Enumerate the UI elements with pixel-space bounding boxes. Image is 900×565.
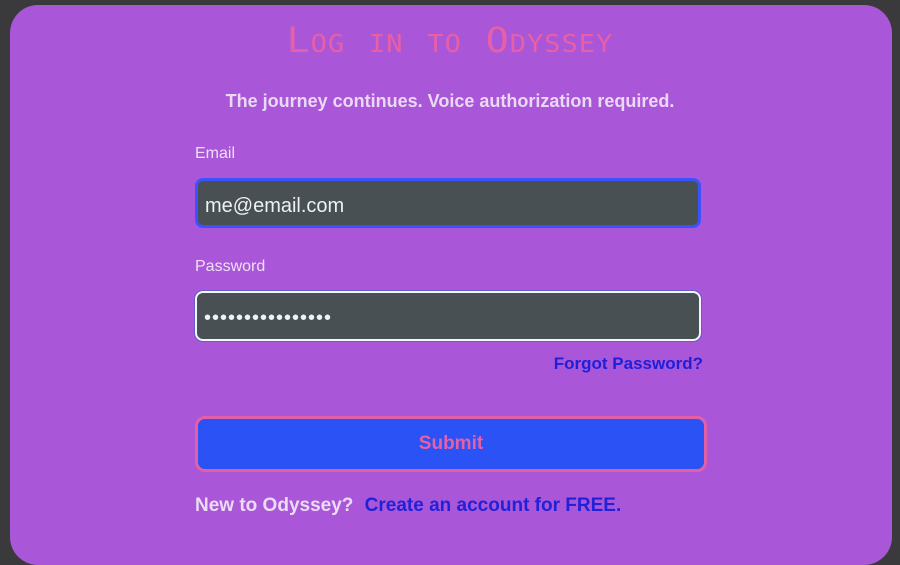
signup-prompt: New to Odyssey? Create an account for FR…	[195, 495, 621, 517]
password-label: Password	[195, 258, 266, 275]
email-label: Email	[195, 145, 236, 162]
login-card	[10, 5, 892, 565]
forgot-password-link[interactable]: Forgot Password?	[554, 354, 703, 374]
email-field[interactable]: me@email.com	[195, 178, 701, 228]
submit-button[interactable]: Submit	[195, 416, 707, 472]
signup-question: New to Odyssey?	[195, 495, 354, 516]
password-field[interactable]: ••••••••••••••••	[195, 291, 701, 341]
page-title: Log in to Odyssey	[286, 19, 614, 61]
create-account-link[interactable]: Create an account for FREE.	[365, 495, 622, 516]
page-subtitle: The journey continues. Voice authorizati…	[225, 91, 675, 111]
